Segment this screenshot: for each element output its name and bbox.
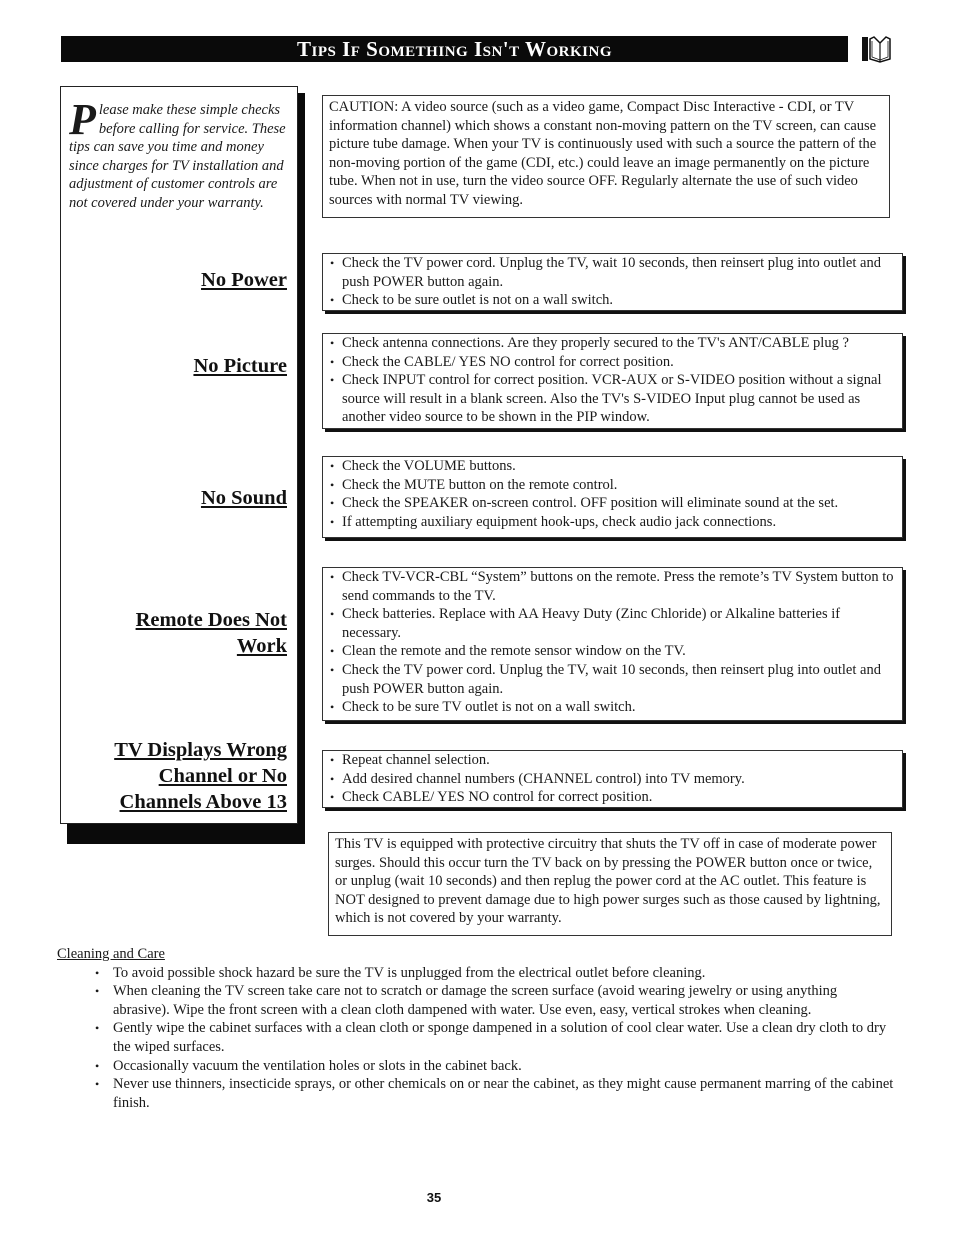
list-item: Check antenna connections. Are they prop… [330,334,898,353]
sidebar-panel: Please make these simple checks before c… [60,86,298,824]
page-title-bar: Tips If Something Isn't Working [61,36,848,62]
page-number: 35 [426,1190,442,1205]
page-title: Tips If Something Isn't Working [296,37,612,61]
cleaning-list: To avoid possible shock hazard be sure t… [57,964,897,1113]
list-item: Check the MUTE button on the remote cont… [330,476,898,495]
list-item: Never use thinners, insecticide sprays, … [95,1075,897,1112]
intro-dropcap: P [69,95,96,144]
list-item: Clean the remote and the remote sensor w… [330,642,898,661]
list-item: To avoid possible shock hazard be sure t… [95,964,897,983]
list-item: Gently wipe the cabinet surfaces with a … [95,1019,897,1056]
list-item: If attempting auxiliary equipment hook-u… [330,513,898,532]
cleaning-title: Cleaning and Care [57,946,165,962]
heading-remote-does-not-work: Remote Does Not Work [135,609,287,657]
remote-list: Check TV-VCR-CBL “System” buttons on the… [327,568,898,717]
no-power-box: Check the TV power cord. Unplug the TV, … [322,253,903,311]
list-item: Check CABLE/ YES NO control for correct … [330,788,898,807]
no-picture-box: Check antenna connections. Are they prop… [322,333,903,429]
heading-wrong-channel: TV Displays Wrong Channel or No Channels… [114,739,287,813]
wrong-channel-box: Repeat channel selection. Add desired ch… [322,750,903,808]
list-item: Check to be sure outlet is not on a wall… [330,291,898,310]
heading-no-power: No Power [201,269,287,291]
book-icon [862,36,891,63]
intro-text: Please make these simple checks before c… [69,95,286,211]
list-item: Check the CABLE/ YES NO control for corr… [330,353,898,372]
list-item: Check to be sure TV outlet is not on a w… [330,698,898,717]
heading-no-picture: No Picture [193,355,287,377]
remote-box: Check TV-VCR-CBL “System” buttons on the… [322,567,903,721]
caution-text: CAUTION: A video source (such as a video… [329,99,877,208]
no-sound-box: Check the VOLUME buttons. Check the MUTE… [322,456,903,538]
list-item: Repeat channel selection. [330,751,898,770]
no-power-list: Check the TV power cord. Unplug the TV, … [327,254,898,310]
no-picture-list: Check antenna connections. Are they prop… [327,334,898,427]
list-item: Add desired channel numbers (CHANNEL con… [330,770,898,789]
heading-no-sound: No Sound [200,487,287,509]
list-item: Check the VOLUME buttons. [330,457,898,476]
list-item: Check the SPEAKER on-screen control. OFF… [330,494,898,513]
list-item: Check INPUT control for correct position… [330,371,898,427]
caution-box: CAUTION: A video source (such as a video… [322,95,890,218]
list-item: Check the TV power cord. Unplug the TV, … [330,661,898,698]
list-item: Check the TV power cord. Unplug the TV, … [330,254,898,291]
list-item: Check batteries. Replace with AA Heavy D… [330,605,898,642]
list-item: When cleaning the TV screen take care no… [95,982,897,1019]
wrong-channel-list: Repeat channel selection. Add desired ch… [327,751,898,807]
surge-note-box: This TV is equipped with protective circ… [328,832,892,936]
surge-note-text: This TV is equipped with protective circ… [335,836,881,927]
list-item: Occasionally vacuum the ventilation hole… [95,1057,897,1076]
list-item: Check TV-VCR-CBL “System” buttons on the… [330,568,898,605]
no-sound-list: Check the VOLUME buttons. Check the MUTE… [327,457,898,531]
cleaning-section: Cleaning and Care To avoid possible shoc… [57,945,897,1112]
